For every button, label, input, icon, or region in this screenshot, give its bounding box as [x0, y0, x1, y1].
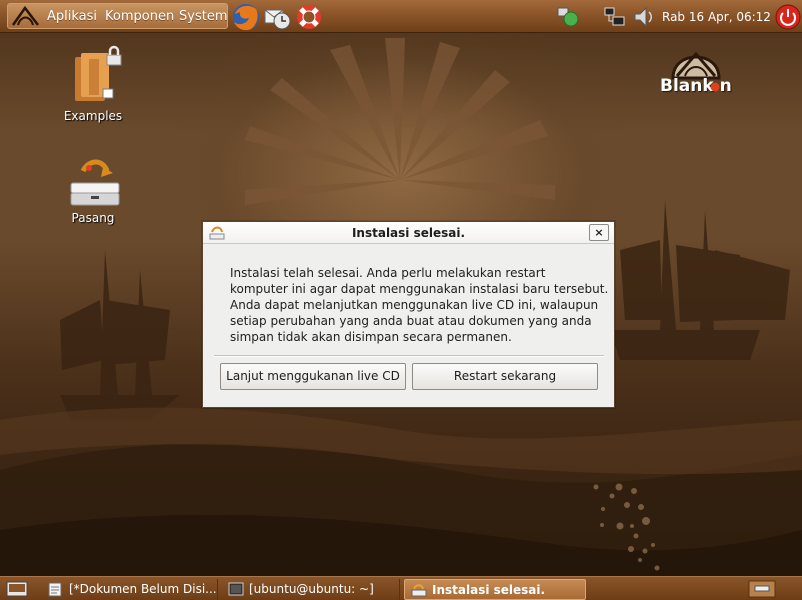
- bottom-panel: [*Dokumen Belum Disi... [ubuntu@ubuntu: …: [0, 576, 802, 600]
- power-button-icon[interactable]: [774, 3, 802, 31]
- install-drive-icon: [70, 159, 120, 206]
- workspace-switcher-icon[interactable]: [748, 580, 776, 598]
- text-editor-icon: [48, 582, 62, 597]
- clock[interactable]: Rab 16 Apr, 06:12: [662, 10, 771, 24]
- mail-clock-icon[interactable]: [262, 2, 292, 32]
- dialog-separator: [214, 355, 604, 357]
- show-desktop-icon[interactable]: [6, 581, 28, 597]
- menu-komponen[interactable]: Komponen: [105, 9, 174, 24]
- task-label: Instalasi selesai.: [432, 583, 546, 597]
- volume-icon[interactable]: [631, 5, 657, 29]
- task-text-editor[interactable]: [*Dokumen Belum Disi...: [42, 579, 218, 600]
- task-label: [*Dokumen Belum Disi...: [69, 582, 217, 596]
- message-line: simpan tidak akan disimpan secara perman…: [230, 330, 512, 344]
- network-icon[interactable]: [556, 6, 582, 28]
- dialog-titlebar[interactable]: Instalasi selesai. ×: [203, 222, 614, 244]
- menu-aplikasi[interactable]: Aplikasi: [47, 9, 97, 24]
- message-line: komputer ini agar dapat menggunakan inst…: [230, 282, 609, 296]
- message-line: Instalasi telah selesai. Anda perlu mela…: [230, 266, 546, 280]
- task-installer[interactable]: Instalasi selesai.: [404, 579, 586, 600]
- ethernet-icon[interactable]: [601, 6, 627, 28]
- desktop-icon-pasang[interactable]: Pasang: [48, 157, 138, 225]
- dialog-title: Instalasi selesai.: [351, 226, 466, 240]
- restart-now-button[interactable]: Restart sekarang: [412, 363, 598, 390]
- dialog-message: Instalasi telah selesai. Anda perlu mela…: [230, 265, 609, 345]
- close-icon: ×: [594, 226, 604, 239]
- close-button[interactable]: ×: [589, 224, 609, 241]
- message-line: Anda dapat melanjutkan menggunakan live …: [230, 298, 599, 312]
- blankon-brand-text: Blank n: [660, 76, 732, 96]
- menu-system[interactable]: System: [179, 9, 227, 24]
- terminal-icon: [228, 582, 244, 596]
- firefox-icon[interactable]: [231, 2, 261, 32]
- task-label: [ubuntu@ubuntu: ~]: [249, 582, 374, 596]
- task-terminal[interactable]: [ubuntu@ubuntu: ~]: [222, 579, 400, 600]
- help-lifebuoy-icon[interactable]: [294, 2, 324, 32]
- locked-folder-icon: [75, 45, 122, 101]
- desktop-icon-examples[interactable]: Examples: [48, 45, 138, 123]
- blankon-menu-icon[interactable]: [10, 5, 42, 29]
- desktop-icon-label: Examples: [63, 109, 123, 123]
- brand-accent-dot: [710, 82, 720, 92]
- desktop-icon-label: Pasang: [71, 211, 115, 225]
- continue-live-cd-button[interactable]: Lanjut menggukanan live CD: [220, 363, 406, 390]
- message-line: setiap perubahan yang anda buat atau dok…: [230, 314, 592, 328]
- installation-complete-dialog: Instalasi selesai. × Instalasi telah sel…: [202, 221, 615, 408]
- brand-label: Blank n: [660, 76, 732, 96]
- installer-icon: [411, 584, 427, 597]
- top-panel: Aplikasi Komponen System Rab 16 Apr, 06:…: [0, 0, 802, 33]
